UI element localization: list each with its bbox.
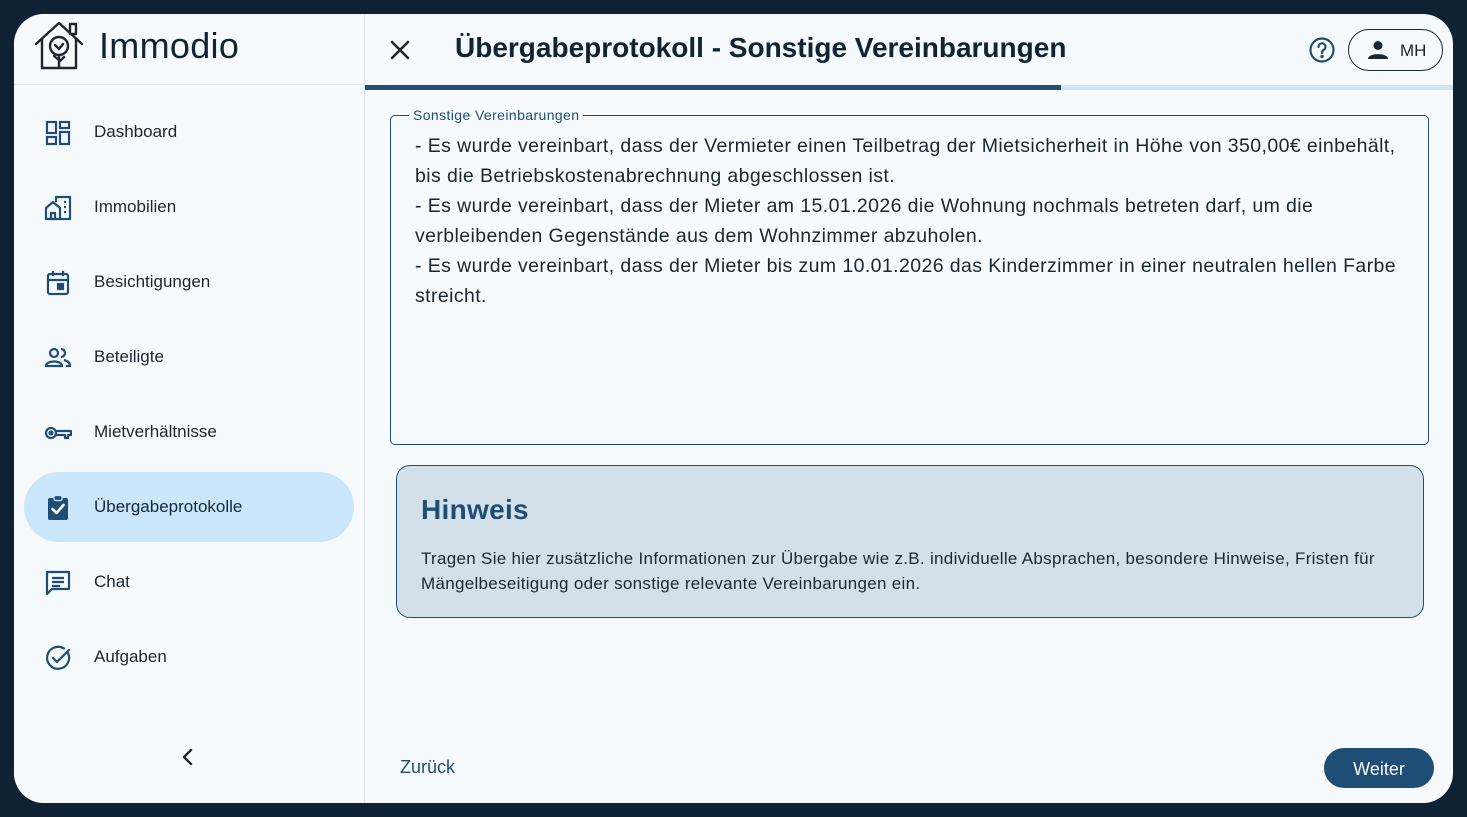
- hint-text: Tragen Sie hier zusätzliche Informatione…: [421, 549, 1375, 593]
- chat-icon: [45, 570, 71, 596]
- sidebar-item-label: Besichtigungen: [94, 272, 211, 291]
- calendar-icon: [46, 271, 70, 296]
- sidebar-item-label: Aufgaben: [94, 647, 167, 666]
- progress-fill: [365, 85, 1062, 90]
- check-circle-icon: [46, 645, 71, 670]
- sidebar-item-label: Übergabeprotokolle: [94, 497, 243, 516]
- person-icon: [1368, 41, 1388, 59]
- sidebar-item-label: Immobilien: [94, 197, 177, 216]
- brand-header: Immodio: [14, 14, 365, 85]
- sidebar-item-besichtigungen[interactable]: Besichtigungen: [24, 247, 354, 317]
- help-icon[interactable]: [1308, 36, 1336, 64]
- sidebar-item-beteiligte[interactable]: Beteiligte: [24, 322, 354, 392]
- next-button[interactable]: Weiter: [1324, 748, 1434, 788]
- sidebar-item-mietverhaeltnisse[interactable]: Mietverhältnisse: [24, 397, 354, 467]
- dashboard-icon: [45, 120, 71, 146]
- key-icon: [44, 426, 72, 440]
- back-button[interactable]: Zurück: [400, 757, 455, 778]
- hint-box: Hinweis Tragen Sie hier zusätzliche Info…: [396, 465, 1424, 618]
- next-button-label: Weiter: [1353, 759, 1405, 779]
- sidebar-item-label: Mietverhältnisse: [94, 422, 217, 441]
- user-menu-button[interactable]: MH: [1348, 29, 1443, 71]
- sidebar-item-dashboard[interactable]: Dashboard: [24, 97, 354, 167]
- sidebar-item-chat[interactable]: Chat: [24, 547, 354, 617]
- progress-bar: [365, 85, 1453, 90]
- user-initials: MH: [1400, 41, 1427, 60]
- hint-title: Hinweis: [421, 494, 529, 525]
- sidebar-item-aufgaben[interactable]: Aufgaben: [24, 622, 354, 692]
- textarea-value[interactable]: - Es wurde vereinbart, dass der Vermiete…: [415, 131, 1405, 311]
- close-icon[interactable]: [387, 37, 413, 63]
- app-window: Immodio Dashboard Immobilien Besichtigun…: [14, 14, 1453, 803]
- house-tree-logo-icon: [34, 21, 84, 70]
- sidebar-item-label: Dashboard: [94, 122, 178, 141]
- page-title: Übergabeprotokoll - Sonstige Vereinbarun…: [455, 32, 1067, 63]
- clipboard-check-icon: [48, 494, 68, 520]
- buildings-icon: [44, 195, 72, 221]
- sonstige-vereinbarungen-textarea[interactable]: Sonstige Vereinbarungen - Es wurde verei…: [390, 107, 1429, 445]
- people-icon: [44, 347, 72, 368]
- textarea-label: Sonstige Vereinbarungen: [409, 107, 584, 123]
- chevron-left-icon[interactable]: [177, 746, 199, 768]
- app-name: Immodio: [99, 25, 240, 66]
- sidebar: Immodio Dashboard Immobilien Besichtigun…: [14, 14, 365, 803]
- sidebar-item-label: Beteiligte: [94, 347, 164, 366]
- sidebar-item-uebergabeprotokolle[interactable]: Übergabeprotokolle: [24, 472, 354, 542]
- sidebar-item-label: Chat: [94, 572, 130, 591]
- sidebar-item-immobilien[interactable]: Immobilien: [24, 172, 354, 242]
- main-content: Übergabeprotokoll - Sonstige Vereinbarun…: [365, 14, 1453, 803]
